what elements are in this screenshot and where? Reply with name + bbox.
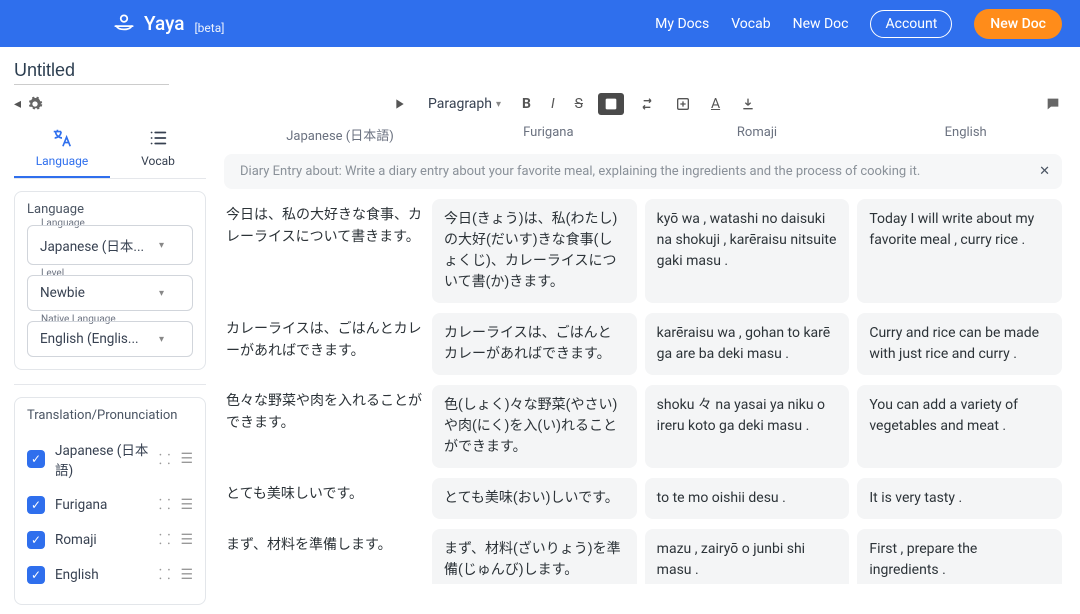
source-cell[interactable]: とても美味しいです。 bbox=[224, 478, 424, 519]
app-header: Yaya [beta] My Docs Vocab New Doc Accoun… bbox=[0, 0, 1080, 47]
source-cell[interactable]: まず、材料を準備します。 bbox=[224, 529, 424, 584]
col-head-romaji: Romaji bbox=[657, 125, 858, 144]
romaji-cell[interactable]: kyō wa , watashi no daisuki na shokuji ,… bbox=[645, 199, 850, 303]
nav-my-docs[interactable]: My Docs bbox=[655, 16, 709, 32]
top-nav: My Docs Vocab New Doc Account New Doc bbox=[655, 9, 1062, 39]
tp-row: ✓ Romaji ⸬ ☰ bbox=[27, 522, 193, 557]
romaji-cell[interactable]: karēraisu wa , gohan to karē ga are ba d… bbox=[645, 313, 850, 375]
swap-icon[interactable] bbox=[634, 93, 660, 115]
list-icon bbox=[110, 127, 206, 152]
tp-row: ✓ Furigana ⸬ ☰ bbox=[27, 487, 193, 522]
tp-label: Romaji bbox=[55, 532, 149, 548]
translate-icon bbox=[14, 127, 110, 152]
sidebar-tab-vocab[interactable]: Vocab bbox=[110, 121, 206, 178]
sentence-row: とても美味しいです。 とても美味(おい)しいです。 to te mo oishi… bbox=[224, 478, 1062, 519]
tp-panel-title: Translation/Pronunciation bbox=[27, 408, 193, 423]
column-headers: Japanese (日本語) Furigana Romaji English bbox=[224, 121, 1066, 154]
toolbar: ◂ Paragraph ▾ B I S A bbox=[0, 89, 1080, 121]
dotted-grid-icon[interactable]: ⸬ bbox=[159, 450, 171, 469]
furigana-cell[interactable]: カレーライスは、ごはんとカレーがあればできます。 bbox=[432, 313, 637, 375]
col-head-japanese: Japanese (日本語) bbox=[240, 125, 440, 144]
translation-pronunciation-panel: Translation/Pronunciation ✓ Japanese (日本… bbox=[14, 397, 206, 605]
english-cell[interactable]: Today I will write about my favorite mea… bbox=[857, 199, 1062, 303]
source-cell[interactable]: カレーライスは、ごはんとカレーがあればできます。 bbox=[224, 313, 424, 375]
source-cell[interactable]: 色々な野菜や肉を入れることができます。 bbox=[224, 385, 424, 468]
english-cell[interactable]: You can add a variety of vegetables and … bbox=[857, 385, 1062, 468]
content-area: Japanese (日本語) Furigana Romaji English D… bbox=[216, 121, 1080, 610]
english-cell[interactable]: Curry and rice can be made with just ric… bbox=[857, 313, 1062, 375]
drag-handle-icon[interactable]: ☰ bbox=[180, 532, 193, 548]
title-row bbox=[0, 47, 1080, 89]
chevron-down-icon: ▾ bbox=[159, 334, 164, 345]
native-language-select[interactable]: English (Englis...▾ bbox=[27, 321, 193, 357]
language-panel-title: Language bbox=[27, 202, 193, 217]
download-icon[interactable] bbox=[735, 93, 761, 115]
furigana-cell[interactable]: 色(しょく)々な野菜(やさい)や肉(にく)を入(い)れることができます。 bbox=[432, 385, 637, 468]
checkbox[interactable]: ✓ bbox=[27, 566, 45, 584]
language-panel: Language Language Japanese (日本...▾ Level… bbox=[14, 191, 206, 370]
dotted-grid-icon[interactable]: ⸬ bbox=[159, 530, 171, 549]
checkbox[interactable]: ✓ bbox=[27, 450, 45, 468]
play-icon[interactable] bbox=[386, 93, 412, 115]
new-doc-button[interactable]: New Doc bbox=[974, 9, 1062, 39]
comment-icon[interactable] bbox=[1040, 93, 1066, 115]
logo-text: Yaya bbox=[144, 12, 184, 35]
sentence-row: カレーライスは、ごはんとカレーがあればできます。 カレーライスは、ごはんとカレー… bbox=[224, 313, 1062, 375]
romaji-cell[interactable]: mazu , zairyō o junbi shi masu . bbox=[645, 529, 850, 584]
strike-icon[interactable]: S bbox=[570, 93, 588, 115]
dotted-grid-icon[interactable]: ⸬ bbox=[159, 495, 171, 514]
italic-icon[interactable]: I bbox=[546, 93, 560, 115]
english-cell[interactable]: It is very tasty . bbox=[857, 478, 1062, 519]
chevron-down-icon: ▾ bbox=[496, 99, 501, 110]
furigana-cell[interactable]: まず、材料(ざいりょう)を準備(じゅんび)します。 bbox=[432, 529, 637, 584]
highlight-icon[interactable] bbox=[598, 93, 624, 115]
checkbox[interactable]: ✓ bbox=[27, 531, 45, 549]
dotted-grid-icon[interactable]: ⸬ bbox=[159, 565, 171, 584]
checkbox[interactable]: ✓ bbox=[27, 496, 45, 514]
logo-icon bbox=[110, 10, 138, 38]
language-select[interactable]: Japanese (日本...▾ bbox=[27, 225, 193, 265]
col-head-furigana: Furigana bbox=[448, 125, 649, 144]
prompt-banner: Diary Entry about: Write a diary entry a… bbox=[224, 154, 1062, 189]
doc-title-input[interactable] bbox=[14, 57, 169, 85]
tp-label: Furigana bbox=[55, 497, 149, 513]
insert-icon[interactable] bbox=[670, 93, 696, 115]
drag-handle-icon[interactable]: ☰ bbox=[180, 567, 193, 583]
romaji-cell[interactable]: shoku 々 na yasai ya niku o ireru koto ga… bbox=[645, 385, 850, 468]
scroll-area[interactable]: Diary Entry about: Write a diary entry a… bbox=[224, 154, 1066, 584]
bold-icon[interactable]: B bbox=[517, 93, 536, 115]
nav-new-doc[interactable]: New Doc bbox=[793, 16, 849, 32]
tp-row: ✓ Japanese (日本語) ⸬ ☰ bbox=[27, 431, 193, 487]
close-icon[interactable]: ✕ bbox=[1039, 164, 1050, 179]
drag-handle-icon[interactable]: ☰ bbox=[180, 497, 193, 513]
account-button[interactable]: Account bbox=[870, 10, 952, 38]
text-color-icon[interactable]: A bbox=[706, 93, 725, 115]
furigana-cell[interactable]: 今日(きょう)は、私(わたし)の大好(だいす)きな食事(しょくじ)、カレーライス… bbox=[432, 199, 637, 303]
chevron-down-icon: ▾ bbox=[159, 240, 164, 251]
sidebar-collapse-icon[interactable]: ◂ bbox=[14, 96, 21, 112]
source-cell[interactable]: 今日は、私の大好きな食事、カレーライスについて書きます。 bbox=[224, 199, 424, 303]
format-dropdown[interactable]: Paragraph ▾ bbox=[422, 94, 507, 114]
left-sidebar: Language Vocab Language Language Japanes… bbox=[0, 121, 216, 610]
logo-beta: [beta] bbox=[194, 21, 224, 35]
drag-handle-icon[interactable]: ☰ bbox=[180, 451, 193, 467]
col-head-english: English bbox=[865, 125, 1066, 144]
level-select[interactable]: Newbie▾ bbox=[27, 275, 193, 311]
logo[interactable]: Yaya [beta] bbox=[110, 10, 224, 38]
english-cell[interactable]: First , prepare the ingredients . bbox=[857, 529, 1062, 584]
sentence-row: 今日は、私の大好きな食事、カレーライスについて書きます。 今日(きょう)は、私(… bbox=[224, 199, 1062, 303]
sentence-row: 色々な野菜や肉を入れることができます。 色(しょく)々な野菜(やさい)や肉(にく… bbox=[224, 385, 1062, 468]
furigana-cell[interactable]: とても美味(おい)しいです。 bbox=[432, 478, 637, 519]
gear-icon[interactable] bbox=[27, 96, 43, 112]
sidebar-tab-language[interactable]: Language bbox=[14, 121, 110, 178]
tp-label: English bbox=[55, 567, 149, 583]
sentence-row: まず、材料を準備します。 まず、材料(ざいりょう)を準備(じゅんび)します。 m… bbox=[224, 529, 1062, 584]
tp-row: ✓ English ⸬ ☰ bbox=[27, 557, 193, 592]
chevron-down-icon: ▾ bbox=[159, 288, 164, 299]
tp-label: Japanese (日本語) bbox=[55, 439, 149, 479]
romaji-cell[interactable]: to te mo oishii desu . bbox=[645, 478, 850, 519]
nav-vocab[interactable]: Vocab bbox=[731, 16, 770, 32]
